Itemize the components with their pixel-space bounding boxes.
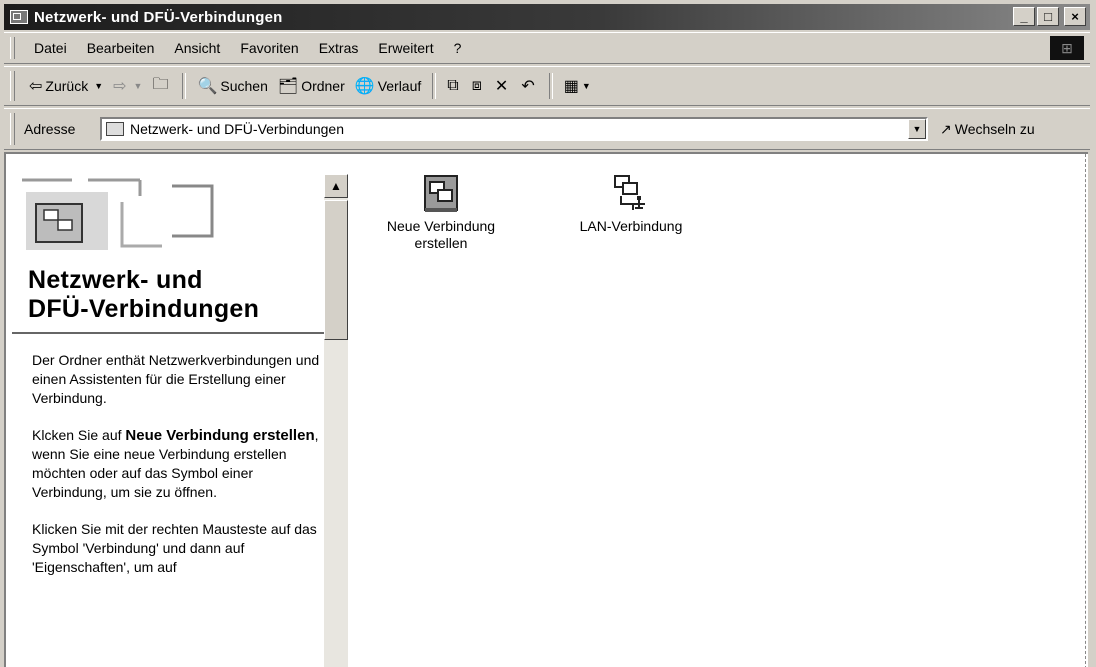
menu-bearbeiten[interactable]: Bearbeiten [77, 40, 165, 56]
folders-button[interactable]: 🗂 Ordner [273, 76, 350, 96]
views-icon: ▦ [563, 78, 579, 95]
copy-to-button[interactable]: ⧈ [467, 77, 490, 95]
menu-extras[interactable]: Extras [309, 40, 369, 56]
back-arrow-icon: ⇦ [29, 78, 43, 95]
address-field[interactable]: Netzwerk- und DFÜ-Verbindungen ▼ [100, 117, 928, 141]
menu-bar-grip[interactable] [10, 37, 15, 59]
go-arrow-icon: ↗ [940, 120, 952, 137]
windows-logo-icon: ⊞ [1050, 36, 1084, 60]
network-folder-icon [106, 122, 124, 136]
window-title: Netzwerk- und DFÜ-Verbindungen [34, 8, 283, 26]
address-dropdown-button[interactable]: ▼ [908, 119, 926, 139]
scroll-up-button[interactable]: ▲ [324, 174, 348, 198]
web-view-panel: Netzwerk- und DFÜ-Verbindungen Der Ordne… [12, 174, 325, 667]
window-edge [1085, 154, 1086, 667]
lan-connection-icon [614, 175, 645, 210]
up-folder-button[interactable]: 🗀 [147, 73, 176, 100]
menu-datei[interactable]: Datei [24, 40, 77, 56]
description-paragraph: Klicken Sie mit der rechten Mausteste au… [32, 521, 317, 575]
go-button[interactable]: ↗ Wechseln zu [940, 109, 1035, 149]
panel-title-line2: DFÜ-Verbindungen [28, 295, 260, 323]
delete-button[interactable]: ✕ [490, 76, 516, 96]
menu-erweitert[interactable]: Erweitert [368, 40, 443, 56]
title-bar[interactable]: Netzwerk- und DFÜ-Verbindungen _ □ × [4, 4, 1090, 30]
panel-banner-graphic [12, 174, 324, 274]
folders-label: Ordner [301, 78, 345, 94]
search-icon: 🔍 [197, 78, 218, 95]
forward-arrow-icon: ⇨ [113, 78, 127, 95]
address-label: Adresse [24, 121, 76, 137]
item-label-line1: Neue Verbindung [386, 218, 496, 234]
item-label-line2: erstellen [414, 235, 468, 251]
delete-icon: ✕ [494, 78, 509, 95]
scroll-thumb[interactable] [324, 200, 348, 340]
move-to-button[interactable]: ⧉ [442, 77, 466, 95]
up-folder-icon: 🗀 [152, 75, 169, 93]
lan-connection-item[interactable]: LAN-Verbindung [566, 174, 696, 235]
toolbar-separator [432, 73, 437, 99]
toolbar-separator [182, 73, 187, 99]
address-bar: Adresse Netzwerk- und DFÜ-Verbindungen ▼… [4, 108, 1090, 150]
description-paragraph: Der Ordner enthät Netzwerkverbindungen u… [32, 352, 320, 406]
address-value[interactable]: Netzwerk- und DFÜ-Verbindungen [130, 121, 344, 137]
undo-button[interactable]: ↶ [516, 76, 542, 96]
history-icon: 🌐 [354, 78, 375, 95]
menu-ansicht[interactable]: Ansicht [164, 40, 230, 56]
panel-title: Netzwerk- und DFÜ-Verbindungen [28, 266, 259, 324]
new-connection-icon [424, 175, 458, 212]
menu-help[interactable]: ? [444, 40, 472, 56]
move-to-icon: ⧉ [447, 77, 459, 94]
folders-icon: 🗂 [277, 78, 299, 95]
forward-button[interactable]: ⇨ ▼ [108, 76, 147, 96]
caption-buttons: _ □ × [1013, 7, 1086, 26]
back-dropdown-icon[interactable]: ▼ [94, 81, 103, 91]
panel-divider [12, 332, 324, 334]
close-button[interactable]: × [1064, 7, 1086, 26]
folder-view: Netzwerk- und DFÜ-Verbindungen Der Ordne… [4, 152, 1088, 667]
back-button[interactable]: ⇦ Zurück ▼ [24, 76, 108, 96]
copy-to-icon: ⧈ [471, 77, 482, 94]
maximize-button[interactable]: □ [1037, 7, 1059, 26]
new-connection-link[interactable]: Neue Verbindung erstellen [125, 427, 314, 444]
menu-favoriten[interactable]: Favoriten [230, 40, 308, 56]
description-paragraph: Klcken Sie auf Neue Verbindung erstellen… [32, 426, 322, 502]
toolbar-grip[interactable] [10, 71, 15, 101]
forward-dropdown-icon[interactable]: ▼ [134, 81, 143, 91]
history-button[interactable]: 🌐 Verlauf [350, 76, 427, 96]
undo-icon: ↶ [521, 78, 535, 95]
go-label: Wechseln zu [954, 121, 1035, 137]
views-button[interactable]: ▦ ▼ [559, 76, 596, 96]
explorer-window: Netzwerk- und DFÜ-Verbindungen _ □ × Dat… [0, 0, 1096, 667]
views-dropdown-icon: ▼ [581, 81, 591, 91]
new-connection-item[interactable]: Neue Verbindung erstellen [376, 174, 506, 252]
search-label: Suchen [220, 78, 268, 94]
back-label: Zurück [45, 78, 89, 94]
paragraph-text: Klcken Sie auf [32, 427, 126, 443]
minimize-button[interactable]: _ [1013, 7, 1035, 26]
menu-bar: Datei Bearbeiten Ansicht Favoriten Extra… [4, 32, 1090, 64]
standard-toolbar: ⇦ Zurück ▼ ⇨ ▼ 🗀 🔍 Suchen 🗂 Ordner 🌐 Ver… [4, 66, 1090, 106]
history-label: Verlauf [377, 78, 422, 94]
toolbar-separator [548, 73, 553, 99]
network-folder-icon [10, 10, 28, 24]
panel-scrollbar[interactable]: ▲ [324, 174, 348, 667]
search-button[interactable]: 🔍 Suchen [192, 76, 272, 96]
address-bar-grip[interactable] [10, 113, 15, 145]
item-label-line1: LAN-Verbindung [579, 218, 683, 234]
panel-title-line1: Netzwerk- und [28, 266, 203, 294]
panel-description: Der Ordner enthät Netzwerkverbindungen u… [32, 351, 322, 595]
